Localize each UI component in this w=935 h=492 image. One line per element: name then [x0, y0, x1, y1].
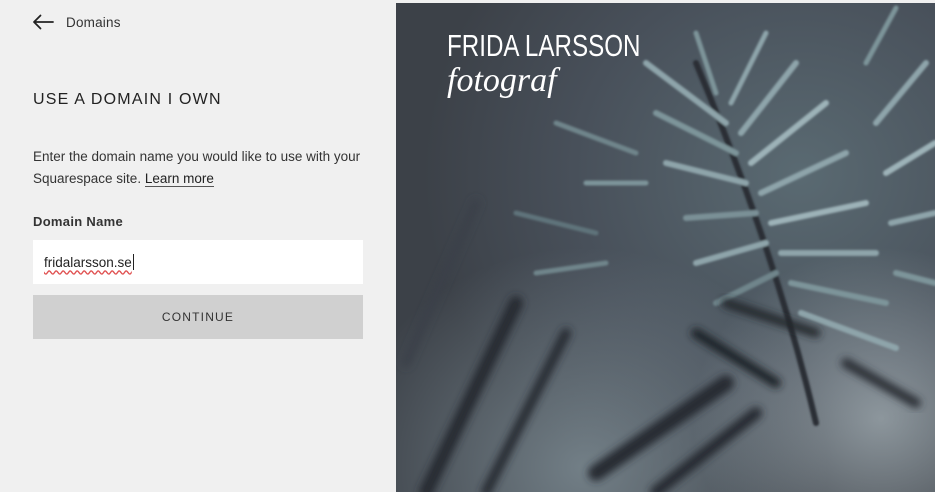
learn-more-link[interactable]: Learn more	[144, 171, 214, 187]
site-name: FRIDA LARSSON	[447, 28, 641, 63]
continue-button[interactable]: CONTINUE	[33, 295, 363, 339]
arrow-left-icon	[32, 14, 54, 30]
domain-setup-page: Domains USE A DOMAIN I OWN Enter the dom…	[0, 0, 935, 492]
back-link-label: Domains	[66, 14, 121, 30]
site-preview: FRIDA LARSSON fotograf	[396, 3, 935, 492]
text-caret	[132, 254, 134, 270]
back-to-domains-link[interactable]: Domains	[32, 14, 121, 30]
description-text: Enter the domain name you would like to …	[33, 146, 373, 190]
domain-name-label: Domain Name	[33, 214, 123, 229]
sidebar-panel: Domains USE A DOMAIN I OWN Enter the dom…	[0, 0, 396, 492]
site-logo: FRIDA LARSSON fotograf	[447, 29, 695, 99]
domain-name-input[interactable]: fridalarsson.se	[33, 240, 363, 284]
site-tagline: fotograf	[447, 62, 557, 99]
page-title: USE A DOMAIN I OWN	[33, 91, 222, 108]
domain-name-value: fridalarsson.se	[44, 254, 132, 270]
